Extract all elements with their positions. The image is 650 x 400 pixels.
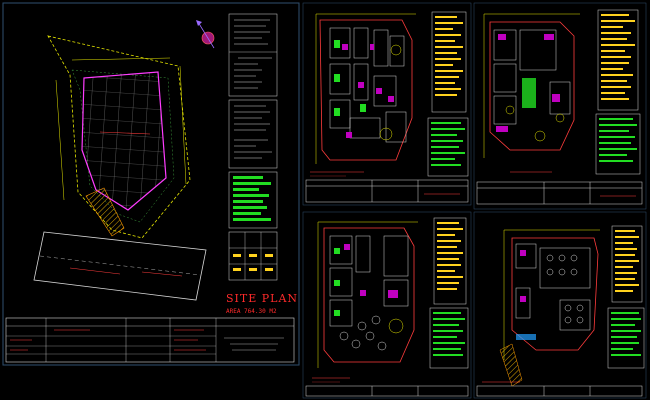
plan-sheet-bottom-left (302, 211, 472, 399)
area-table (228, 171, 278, 281)
site-plan-area: AREA 764.30 M2 (226, 308, 277, 315)
site-title-block (5, 317, 295, 363)
plan-sheets (302, 2, 647, 399)
road-centerline (39, 255, 201, 276)
plan-sheet-top-left (302, 2, 472, 206)
plan-4-legend (476, 225, 645, 397)
north-arrow-icon (196, 20, 215, 49)
cad-drawing-canvas (2, 2, 647, 399)
plan-1-legend (305, 11, 469, 203)
floor-plan-4 (499, 229, 600, 387)
road-strip (33, 231, 207, 301)
building-footprint (81, 71, 167, 211)
road-label-line-2 (141, 271, 183, 277)
floor-plan-3 (317, 221, 418, 368)
floor-plan-1 (315, 13, 416, 164)
road-label-line (69, 267, 121, 275)
plan-3-legend (305, 217, 469, 397)
site-plan-title: SITE PLAN (226, 292, 299, 305)
notes-block (228, 13, 278, 169)
floor-plan-2 (483, 13, 580, 158)
